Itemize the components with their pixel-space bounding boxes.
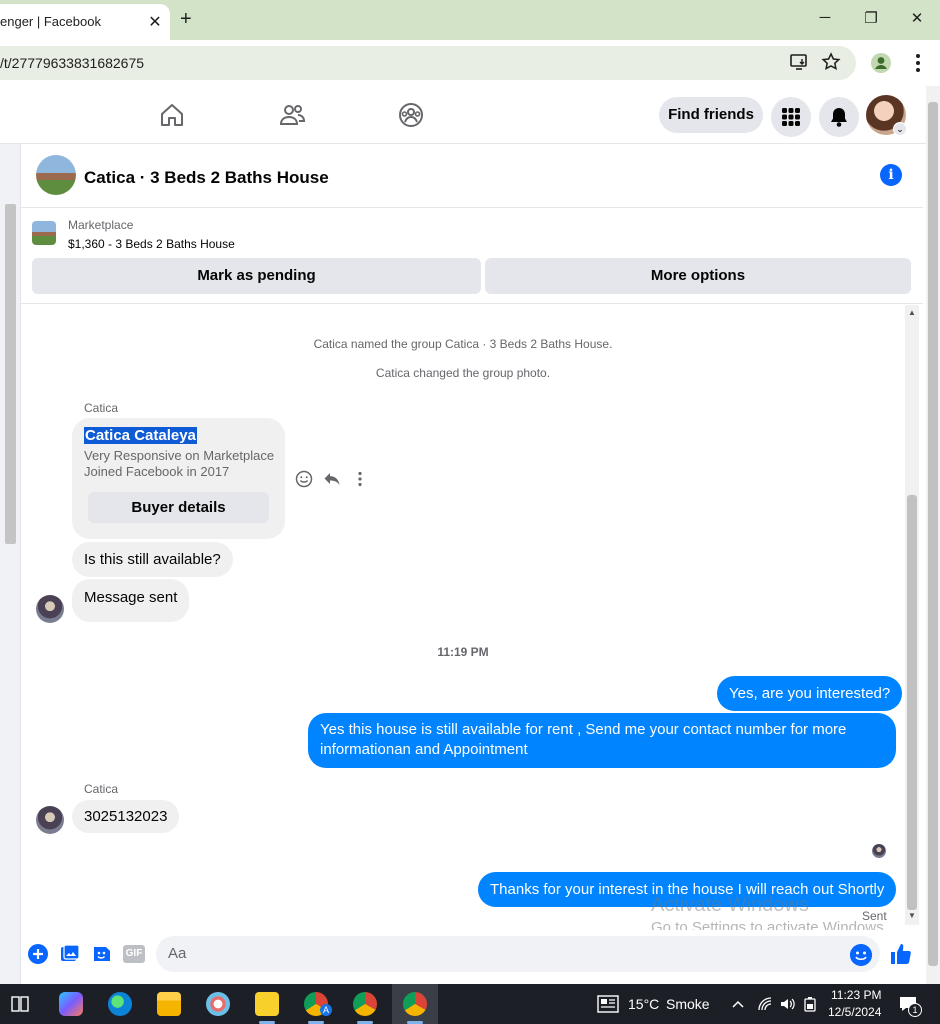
minimize-window-button[interactable]: ─ xyxy=(815,9,835,26)
left-scrollbar-thumb[interactable] xyxy=(5,204,16,544)
install-app-icon[interactable] xyxy=(788,51,810,73)
more-actions-icon[interactable] xyxy=(351,470,369,488)
listing-title[interactable]: $1,360 - 3 Beds 2 Baths House xyxy=(68,237,235,251)
sticky-notes-icon[interactable] xyxy=(255,992,279,1016)
seen-by-avatar xyxy=(872,844,886,858)
conversation-title[interactable]: Catica · 3 Beds 2 Baths House xyxy=(84,168,329,188)
mark-as-pending-button[interactable]: Mark as pending xyxy=(32,258,481,294)
notifications-button[interactable] xyxy=(819,97,859,137)
news-widget-icon[interactable] xyxy=(597,995,619,1013)
home-icon[interactable] xyxy=(158,101,186,129)
tab-title: enger | Facebook xyxy=(0,14,101,29)
weather-description[interactable]: Smoke xyxy=(666,996,710,1012)
weather-temperature[interactable]: 15°C xyxy=(628,996,659,1012)
groups-icon[interactable] xyxy=(397,101,425,129)
edge-browser-icon[interactable] xyxy=(108,992,132,1016)
message-composer: GIF xyxy=(21,930,926,984)
volume-icon[interactable] xyxy=(779,996,795,1012)
more-options-button[interactable]: More options xyxy=(485,258,911,294)
notification-count-badge: 1 xyxy=(908,1003,922,1017)
incoming-message[interactable]: Message sent xyxy=(72,579,190,622)
browser-menu-icon[interactable] xyxy=(908,52,928,74)
chat-scrollbar[interactable]: ▲ ▼ xyxy=(905,305,919,925)
reply-icon[interactable] xyxy=(323,470,341,488)
chrome-profile-badge: A xyxy=(320,1004,332,1016)
grid-menu-icon xyxy=(782,108,800,126)
buyer-profile-card: Catica Cataleya Very Responsive on Marke… xyxy=(72,418,285,539)
browser-toolbar: /t/27779633831682675 xyxy=(0,40,940,86)
marketplace-label: Marketplace xyxy=(68,218,134,232)
info-icon[interactable]: i xyxy=(880,164,902,186)
facebook-header: Find friends ⌄ xyxy=(0,86,926,144)
message-timestamp: 11:19 PM xyxy=(437,645,489,659)
paint-app-icon[interactable] xyxy=(206,992,230,1016)
outgoing-message-line: Yes this house is still available for re… xyxy=(320,721,847,738)
clock-time[interactable]: 11:23 PM xyxy=(831,988,881,1002)
sender-name: Catica xyxy=(84,401,119,415)
sticker-icon[interactable] xyxy=(91,943,113,965)
chat-scrollbar-thumb[interactable] xyxy=(907,495,917,910)
find-friends-button[interactable]: Find friends xyxy=(659,97,763,133)
wifi-icon[interactable] xyxy=(757,996,773,1012)
sender-avatar[interactable] xyxy=(36,806,64,834)
message-input[interactable] xyxy=(156,936,880,972)
page-scrollbar-thumb[interactable] xyxy=(928,102,938,966)
more-attachments-plus-icon[interactable] xyxy=(27,943,49,965)
outgoing-message[interactable]: Yes this house is still available for re… xyxy=(308,713,896,768)
emoji-picker-icon[interactable] xyxy=(850,944,872,966)
close-tab-icon[interactable]: ✕ xyxy=(147,12,163,32)
system-message: Catica named the group Catica · 3 Beds 2… xyxy=(313,337,613,351)
windows-taskbar: A 15°C Smoke 11:23 PM 12/5/2024 1 xyxy=(0,984,940,1024)
restore-window-button[interactable]: ❐ xyxy=(861,9,881,27)
new-tab-button[interactable]: + xyxy=(180,8,192,31)
incoming-message[interactable]: Is this still available? xyxy=(72,542,233,577)
page-scrollbar[interactable] xyxy=(926,86,940,984)
profile-icon[interactable] xyxy=(870,52,892,74)
activation-watermark-title: Activate Windows xyxy=(651,894,809,916)
group-photo-avatar[interactable] xyxy=(36,155,76,195)
address-bar[interactable]: /t/27779633831682675 xyxy=(0,46,856,80)
incoming-message[interactable]: 3025132023 xyxy=(72,800,180,833)
sender-avatar[interactable] xyxy=(36,595,64,623)
scroll-down-arrow-icon[interactable]: ▼ xyxy=(907,911,917,920)
show-hidden-icons-chevron-icon[interactable] xyxy=(731,998,745,1010)
outgoing-message[interactable]: Yes, are you interested? xyxy=(717,676,903,711)
buyer-joined: Joined Facebook in 2017 xyxy=(84,464,230,479)
buyer-name[interactable]: Catica Cataleya xyxy=(84,427,197,444)
conversation-header: Catica · 3 Beds 2 Baths House i xyxy=(21,144,923,208)
chrome-window-icon[interactable] xyxy=(353,992,377,1016)
close-window-button[interactable]: ✕ xyxy=(907,9,927,27)
photo-attach-icon[interactable] xyxy=(59,943,81,965)
clock-date[interactable]: 12/5/2024 xyxy=(828,1005,881,1019)
gif-icon[interactable]: GIF xyxy=(123,945,145,963)
battery-icon[interactable] xyxy=(803,996,817,1012)
task-view-icon[interactable] xyxy=(11,996,29,1012)
listing-thumbnail[interactable] xyxy=(32,221,56,245)
menu-button[interactable] xyxy=(771,97,811,137)
chrome-focused-icon[interactable] xyxy=(403,992,427,1016)
react-emoji-icon[interactable] xyxy=(295,470,313,488)
account-caret-icon[interactable]: ⌄ xyxy=(893,122,907,136)
browser-tab-strip: enger | Facebook ✕ + ─ ❐ ✕ xyxy=(0,0,940,40)
marketplace-panel: Marketplace $1,360 - 3 Beds 2 Baths Hous… xyxy=(21,208,923,304)
bookmark-star-icon[interactable] xyxy=(820,51,842,73)
bell-icon xyxy=(831,108,847,127)
browser-tab-messenger[interactable]: enger | Facebook ✕ xyxy=(0,4,170,40)
left-scrollbar[interactable] xyxy=(0,144,21,984)
thumbs-up-icon[interactable] xyxy=(889,942,913,966)
buyer-details-button[interactable]: Buyer details xyxy=(88,492,269,523)
scroll-up-arrow-icon[interactable]: ▲ xyxy=(907,308,917,317)
copilot-icon[interactable] xyxy=(59,992,83,1016)
friends-icon[interactable] xyxy=(278,101,306,129)
outgoing-message-line: informationan and Appointment xyxy=(320,741,528,758)
url-text: /t/27779633831682675 xyxy=(0,55,145,71)
buyer-responsiveness: Very Responsive on Marketplace xyxy=(84,448,275,463)
system-message: Catica changed the group photo. xyxy=(375,366,551,380)
file-explorer-icon[interactable] xyxy=(157,992,181,1016)
sender-name: Catica xyxy=(84,782,119,796)
